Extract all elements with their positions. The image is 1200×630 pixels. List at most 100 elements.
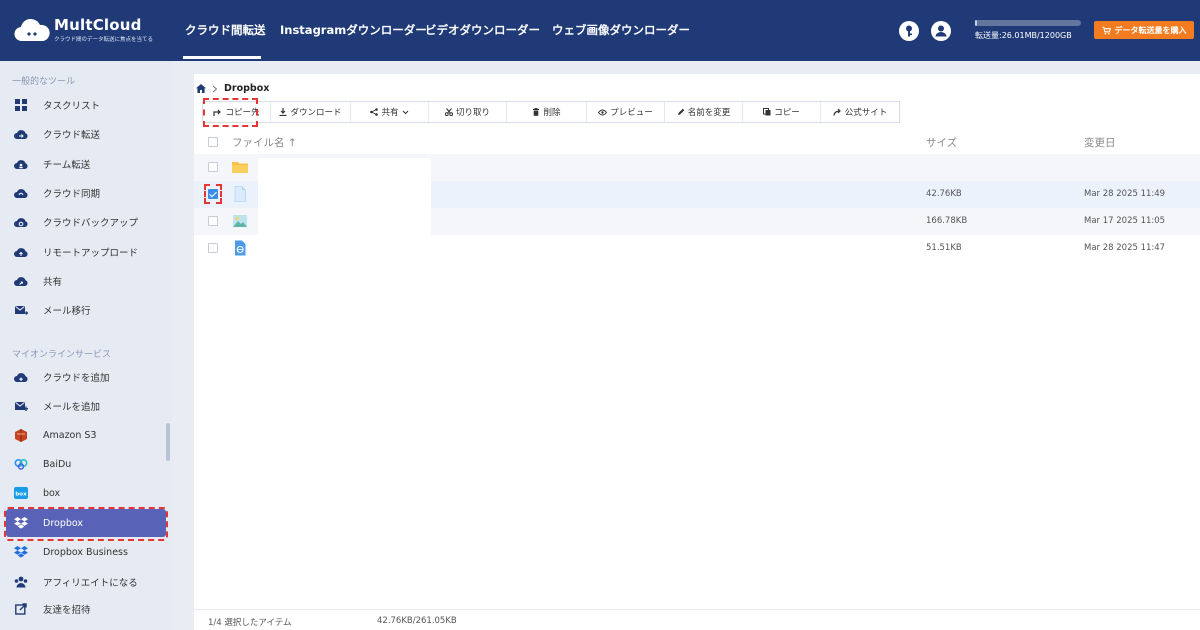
app-tagline: クラウド間のデータ転送に焦点を当てる	[54, 37, 154, 43]
email-migration-icon	[14, 303, 28, 317]
sidebar-item-add-cloud[interactable]: クラウドを追加	[6, 363, 166, 391]
sidebar-item-remote-upload[interactable]: リモートアップロード	[6, 238, 166, 266]
sidebar-item-label: クラウド同期	[43, 189, 101, 200]
sidebar-item-baidu[interactable]: BaiDu	[6, 450, 166, 478]
sidebar-item-label: メールを追加	[43, 402, 101, 413]
folder-icon	[232, 162, 248, 173]
sidebar-item-label: メール移行	[43, 306, 91, 317]
tab-video-downloader[interactable]: ビデオダウンローダー	[425, 22, 540, 38]
app-name: MultCloud	[54, 16, 142, 34]
share-label: 共有	[381, 108, 399, 118]
sidebar-item-label: Dropbox Business	[43, 546, 128, 558]
sidebar-item-cloud-sync[interactable]: クラウド同期	[6, 179, 166, 207]
sidebar-item-cloud-transfer[interactable]: クラウド転送	[6, 120, 166, 148]
sidebar-item-label: アフィリエイトになる	[43, 578, 138, 589]
status-footer: 1/4 選択したアイテム 42.76KB/261.05KB	[194, 609, 1200, 630]
copy-to-highlight-outline	[203, 98, 258, 127]
breadcrumb: Dropbox	[196, 83, 269, 94]
redacted-file-names	[258, 158, 431, 236]
download-button[interactable]: ダウンロード	[271, 102, 351, 122]
eye-icon	[598, 109, 608, 115]
buy-data-traffic-button[interactable]: データ転送量を購入	[1094, 21, 1194, 39]
services-section-title: マイオンラインサービス	[12, 350, 112, 360]
sidebar-item-label: リモートアップロード	[43, 248, 139, 259]
help-key-icon[interactable]	[899, 21, 919, 41]
share-button[interactable]: 共有	[351, 102, 429, 122]
sidebar-item-add-mail[interactable]: メールを追加	[6, 392, 166, 420]
file-modified-date: Mar 28 2025 11:47	[1084, 243, 1166, 253]
sidebar-item-task-list[interactable]: タスクリスト	[6, 91, 166, 119]
file-modified-date: Mar 17 2025 11:05	[1084, 216, 1166, 226]
file-manager-panel: Dropbox コピー先 ダウンロード 共有 切り取り 削除 プレビュー 名前を…	[194, 74, 1200, 630]
tab-cloud-transfer[interactable]: クラウド間転送	[185, 22, 266, 38]
sidebar-item-label: Amazon S3	[43, 429, 97, 441]
baidu-icon	[14, 457, 28, 471]
checkbox-highlight-outline	[204, 184, 222, 204]
top-header: MultCloud クラウド間のデータ転送に焦点を当てる クラウド間転送 Ins…	[0, 0, 1200, 61]
cut-button[interactable]: 切り取り	[429, 102, 507, 122]
file-list-header: ファイル名 ↑ サイズ 変更日	[194, 128, 1200, 156]
sidebar-item-box[interactable]: box box	[6, 479, 166, 507]
external-arrow-icon	[833, 108, 841, 116]
svg-text:box: box	[15, 491, 27, 497]
remote-upload-icon	[14, 245, 28, 259]
column-header-name[interactable]: ファイル名 ↑	[232, 135, 297, 150]
official-site-button[interactable]: 公式サイト	[821, 102, 899, 122]
document-file-icon	[234, 186, 246, 202]
file-size: 42.76KB	[926, 189, 962, 199]
sidebar-item-affiliate[interactable]: アフィリエイトになる	[6, 568, 166, 596]
breadcrumb-current[interactable]: Dropbox	[224, 83, 269, 94]
cloud-logo-icon	[14, 18, 50, 42]
multcloud-logo[interactable]: MultCloud クラウド間のデータ転送に焦点を当てる	[12, 15, 172, 47]
sidebar-item-label: BaiDu	[43, 458, 72, 470]
file-size: 166.78KB	[926, 216, 968, 226]
tab-web-image-downloader[interactable]: ウェブ画像ダウンローダー	[552, 22, 690, 38]
copy-button[interactable]: コピー	[743, 102, 821, 122]
delete-button[interactable]: 削除	[507, 102, 587, 122]
row-checkbox[interactable]	[208, 243, 218, 253]
official-site-label: 公式サイト	[844, 108, 888, 118]
sidebar-item-label: box	[43, 487, 61, 499]
sidebar-item-cloud-backup[interactable]: クラウドバックアップ	[6, 208, 166, 236]
share-cloud-icon	[14, 274, 28, 288]
share-icon	[370, 108, 379, 116]
chevron-right-icon	[212, 85, 218, 92]
column-header-size[interactable]: サイズ	[926, 135, 957, 150]
chevron-down-icon	[402, 110, 408, 114]
invite-icon	[14, 602, 28, 616]
copy-icon	[763, 108, 771, 116]
quota-progress-bar	[975, 20, 1081, 26]
dropbox-business-icon	[14, 545, 28, 559]
cut-label: 切り取り	[455, 108, 490, 118]
user-avatar-icon[interactable]	[931, 21, 951, 41]
download-label: ダウンロード	[290, 108, 342, 118]
sidebar-item-label: 共有	[43, 277, 63, 288]
column-header-modified[interactable]: 変更日	[1084, 135, 1116, 150]
sidebar-scrollbar[interactable]	[166, 423, 170, 461]
pencil-icon	[677, 108, 685, 115]
row-checkbox[interactable]	[208, 162, 218, 172]
select-all-checkbox[interactable]	[208, 137, 218, 147]
rename-button[interactable]: 名前を変更	[665, 102, 743, 122]
row-checkbox[interactable]	[208, 216, 218, 226]
sidebar-item-label: チーム転送	[43, 160, 91, 171]
sidebar-item-team-transfer[interactable]: チーム転送	[6, 150, 166, 178]
file-modified-date: Mar 28 2025 11:49	[1084, 189, 1166, 199]
sidebar-item-email-migration[interactable]: メール移行	[6, 296, 166, 324]
table-row[interactable]: 51.51KB Mar 28 2025 11:47	[194, 235, 1200, 262]
preview-button[interactable]: プレビュー	[587, 102, 665, 122]
sidebar-item-share[interactable]: 共有	[6, 267, 166, 295]
sidebar-item-amazon-s3[interactable]: Amazon S3	[6, 421, 166, 449]
column-name-label: ファイル名	[232, 137, 285, 149]
affiliate-icon	[14, 575, 28, 589]
cart-icon	[1101, 26, 1111, 34]
add-cloud-icon	[14, 370, 28, 384]
preview-label: プレビュー	[610, 108, 653, 118]
home-icon[interactable]	[196, 84, 206, 93]
active-tab-indicator	[183, 56, 261, 59]
box-icon: box	[14, 486, 28, 500]
rename-label: 名前を変更	[687, 108, 731, 118]
tab-instagram-downloader[interactable]: Instagramダウンローダー	[280, 22, 427, 38]
sidebar-item-dropbox-business[interactable]: Dropbox Business	[6, 538, 166, 566]
sidebar-item-invite-friends[interactable]: 友達を招待	[6, 595, 166, 623]
